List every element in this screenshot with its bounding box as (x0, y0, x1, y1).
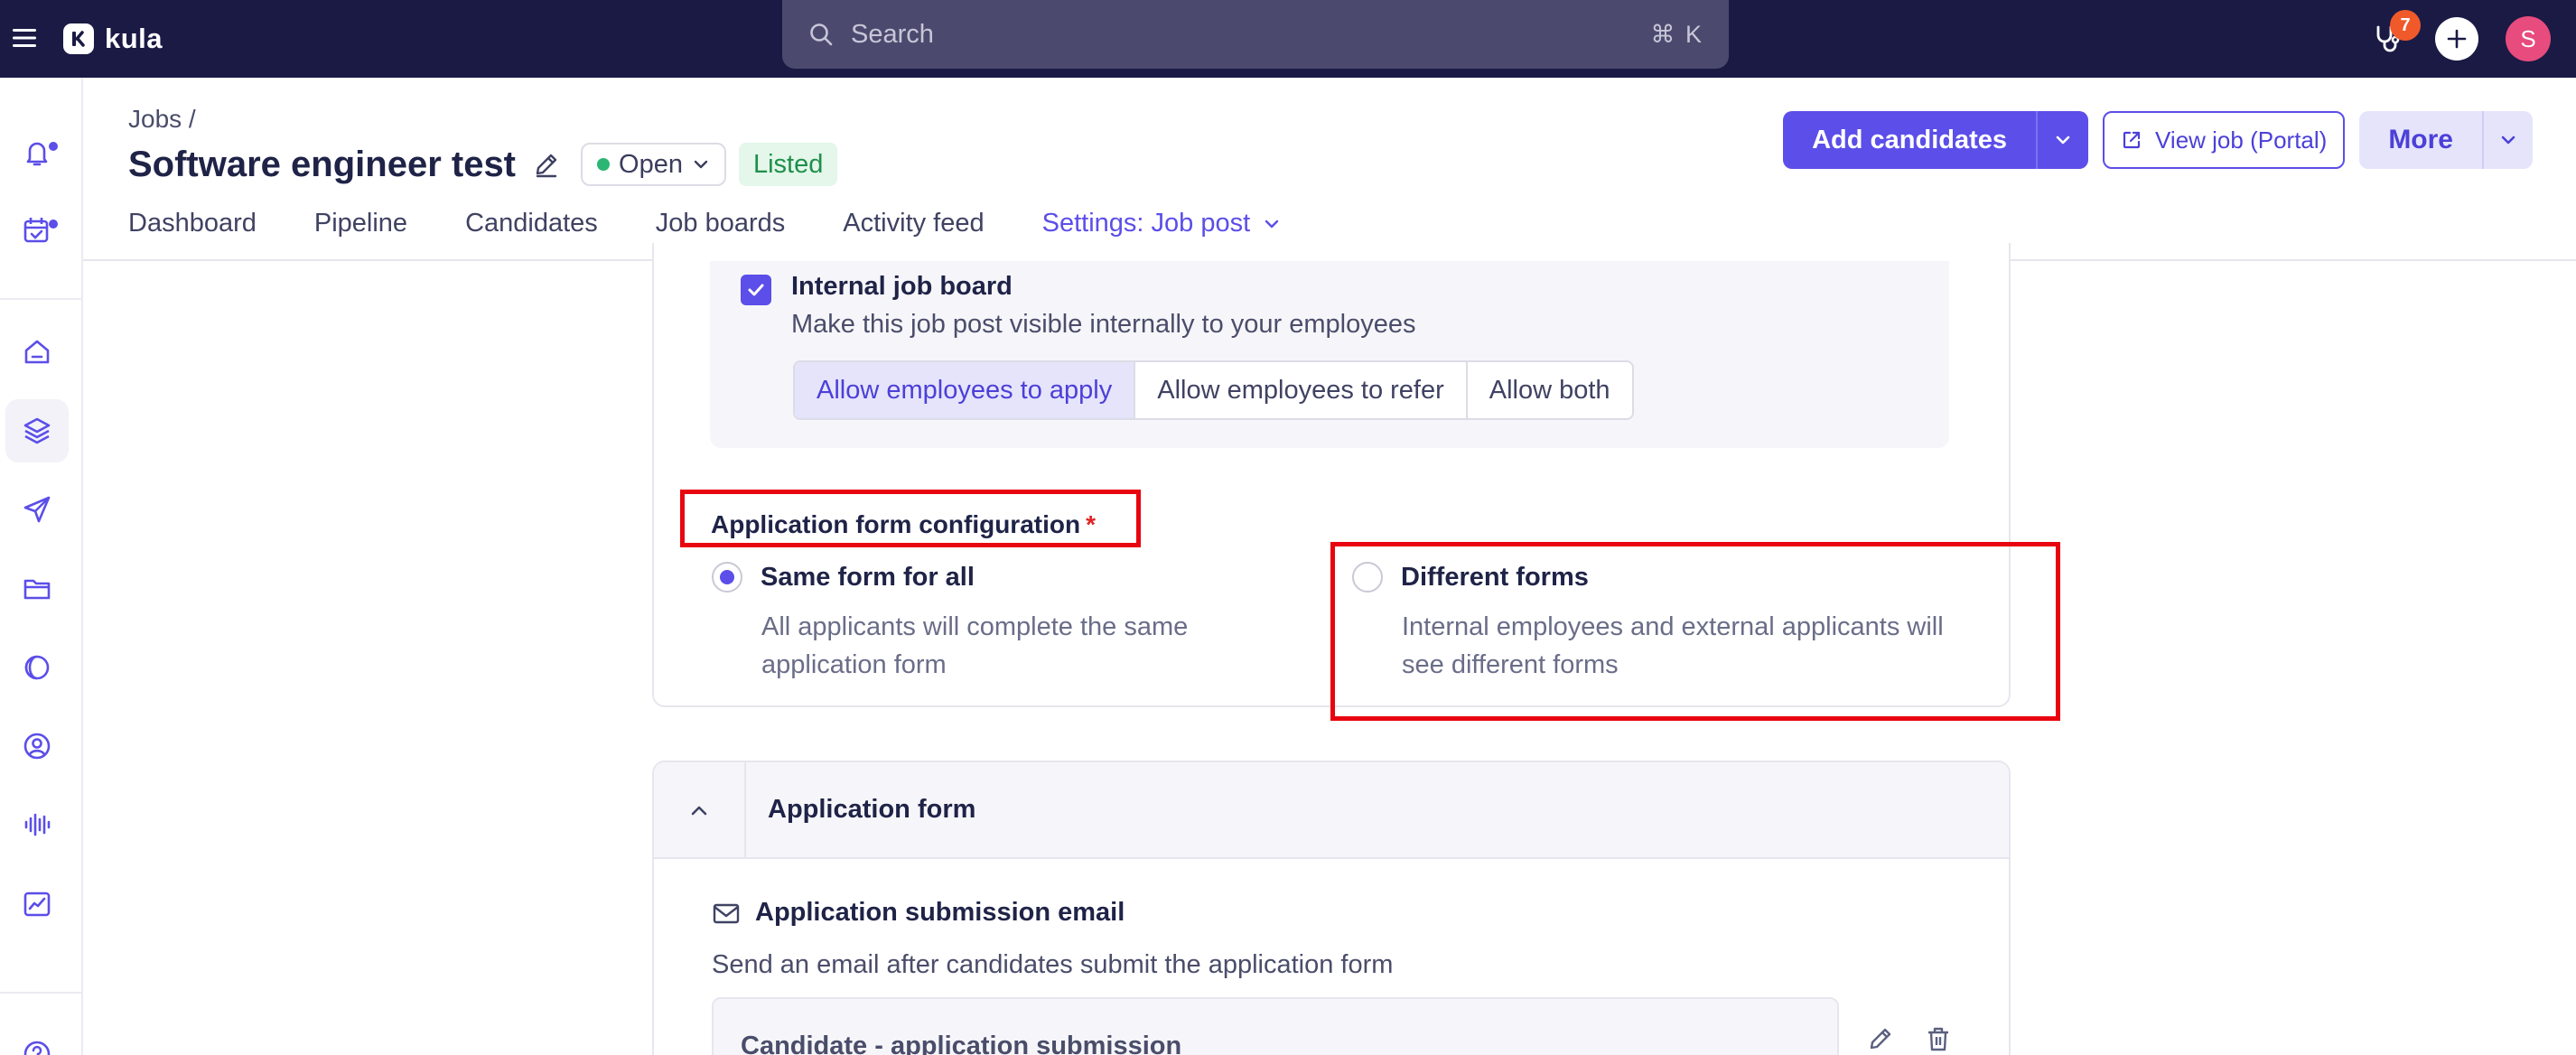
create-button[interactable] (2435, 17, 2478, 61)
tasks-button[interactable]: 7 (2368, 10, 2421, 59)
check-icon (748, 284, 764, 296)
email-template-name: Candidate - application submission (741, 1032, 1182, 1055)
files-nav[interactable] (5, 557, 69, 621)
submission-email-description: Send an email after candidates submit th… (712, 950, 1394, 979)
user-circle-icon (23, 733, 51, 760)
people-nav[interactable] (5, 714, 69, 778)
top-right-actions: 7 S (2368, 10, 2551, 67)
application-form-header: Application form (654, 762, 2009, 859)
same-form-option[interactable]: Same form for all (712, 562, 975, 593)
rail-divider (0, 298, 83, 300)
layers-icon (23, 417, 51, 444)
view-job-label: View job (Portal) (2155, 126, 2328, 154)
bell-icon (26, 142, 48, 166)
annotation-highlight-different-forms (1330, 542, 2060, 721)
home-nav[interactable] (5, 321, 69, 384)
moon-icon (24, 655, 50, 680)
brand-logo[interactable]: kula (63, 16, 163, 61)
submission-email-title: Application submission email (755, 898, 1125, 927)
menu-icon[interactable] (7, 20, 43, 56)
edit-template-button[interactable] (1862, 1021, 1899, 1055)
allow-apply-option[interactable]: Allow employees to apply (795, 362, 1136, 418)
calendar-check-icon (23, 218, 49, 243)
application-form-card: Application form Application submission … (652, 761, 2011, 1055)
global-search[interactable]: Search ⌘ K (782, 0, 1729, 69)
send-icon (23, 496, 51, 523)
brand-name: kula (105, 23, 163, 54)
job-status-label: Open (619, 149, 683, 179)
help-icon (23, 1041, 51, 1055)
top-bar: kula Search ⌘ K 7 S (0, 0, 2576, 78)
help-nav[interactable] (5, 1022, 69, 1055)
view-job-portal-button[interactable]: View job (Portal) (2103, 111, 2346, 169)
edit-title-icon[interactable] (530, 148, 563, 181)
calendar-nav[interactable] (5, 199, 69, 262)
chevron-down-icon (1265, 219, 1279, 228)
more-split-button: More (2359, 111, 2533, 169)
notifications-nav[interactable] (5, 121, 69, 184)
job-status-dropdown[interactable]: Open (581, 143, 726, 186)
messages-nav[interactable] (5, 478, 69, 541)
talent-nav[interactable] (5, 636, 69, 699)
plus-icon (2447, 29, 2467, 49)
chevron-down-icon (2056, 135, 2070, 145)
same-form-description: All applicants will complete the same ap… (761, 612, 1189, 679)
reports-nav[interactable] (5, 873, 69, 936)
search-shortcut: ⌘ K (1650, 20, 1703, 48)
calendar-unread-dot (49, 219, 58, 229)
delete-template-button[interactable] (1920, 1021, 1956, 1055)
notification-badge: 7 (2390, 10, 2421, 41)
listed-badge: Listed (738, 143, 838, 186)
mail-icon (713, 903, 740, 923)
add-candidates-menu-button[interactable] (2036, 111, 2088, 169)
more-menu-button[interactable] (2482, 111, 2533, 169)
allow-both-option[interactable]: Allow both (1468, 362, 1632, 418)
title-row: Software engineer test Open Listed (128, 137, 838, 191)
search-placeholder: Search (851, 19, 934, 49)
chart-icon (23, 892, 51, 917)
email-template-row[interactable]: Candidate - application submission (712, 997, 1839, 1055)
tab-pipeline[interactable]: Pipeline (285, 186, 436, 261)
home-icon (24, 340, 50, 364)
main-content: Internal job board Make this job post vi… (83, 243, 2576, 1055)
collapse-section-button[interactable] (654, 762, 746, 859)
application-form-title: Application form (768, 795, 976, 824)
internal-job-board-description: Make this job post visible internally to… (791, 310, 1416, 339)
user-avatar[interactable]: S (2506, 16, 2551, 61)
job-header: Jobs / Software engineer test Open Liste… (83, 78, 2576, 263)
status-dot (597, 158, 611, 171)
external-link-icon (2123, 131, 2141, 149)
breadcrumb[interactable]: Jobs / (128, 105, 196, 134)
left-navigation-rail (0, 78, 83, 1055)
tab-settings-label: Settings: Job post (1041, 209, 1251, 238)
more-button[interactable]: More (2359, 111, 2482, 169)
interviews-nav[interactable] (5, 793, 69, 856)
audio-waveform-icon (24, 813, 51, 836)
tab-candidates[interactable]: Candidates (436, 186, 627, 261)
page-title: Software engineer test (128, 144, 517, 184)
notifications-unread-dot (49, 142, 58, 151)
header-actions: Add candidates View job (Portal) More (1783, 111, 2533, 169)
annotation-highlight-config-label (680, 490, 1141, 547)
same-form-label: Same form for all (761, 562, 975, 592)
add-candidates-split-button: Add candidates (1783, 111, 2089, 169)
search-icon (807, 21, 835, 48)
trash-icon (1928, 1027, 1948, 1051)
chevron-down-icon (2501, 135, 2515, 145)
chevron-down-icon (694, 160, 708, 169)
same-form-radio[interactable] (712, 562, 742, 593)
internal-job-board-title: Internal job board (791, 272, 1013, 301)
employee-permission-segmented-control: Allow employees to apply Allow employees… (793, 360, 1634, 420)
kula-logo-icon (63, 23, 94, 54)
pencil-icon (1870, 1028, 1891, 1050)
rail-divider-bottom (0, 992, 83, 994)
allow-refer-option[interactable]: Allow employees to refer (1135, 362, 1468, 418)
internal-job-board-checkbox[interactable] (741, 275, 771, 305)
chevron-up-icon (691, 806, 707, 815)
folder-icon (23, 579, 51, 600)
jobs-nav[interactable] (5, 399, 69, 462)
submission-email-heading: Application submission email (712, 898, 1125, 928)
add-candidates-button[interactable]: Add candidates (1783, 111, 2036, 169)
tab-dashboard[interactable]: Dashboard (128, 186, 285, 261)
